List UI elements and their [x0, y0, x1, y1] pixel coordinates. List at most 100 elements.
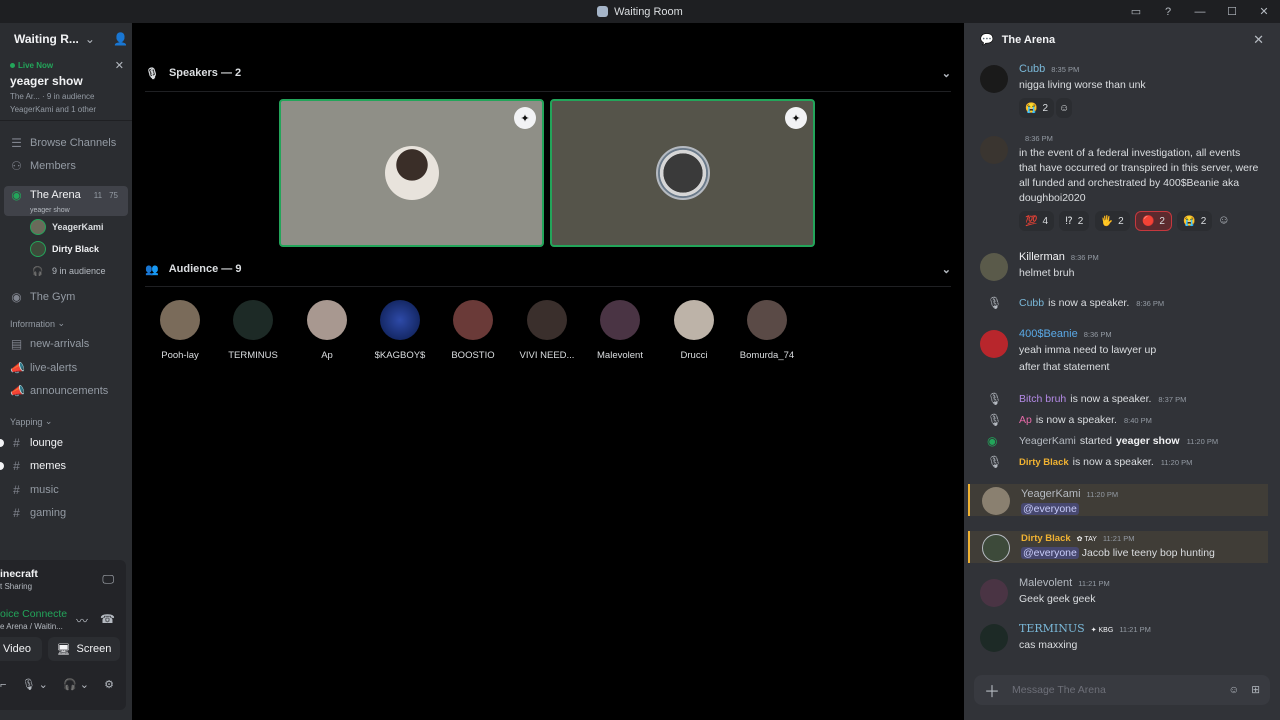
chevron-down-icon[interactable]: ⌄ [942, 263, 951, 276]
avatar[interactable] [980, 330, 1008, 358]
channel-gaming[interactable]: # gaming [0, 502, 132, 526]
inbox-icon[interactable]: ▭ [1120, 5, 1152, 18]
audience-header[interactable]: 👥 Audience — 9 ⌄ [133, 251, 963, 287]
close-icon[interactable]: ✕ [115, 59, 124, 72]
author-name[interactable]: TERMINUS [1019, 622, 1085, 635]
avatar[interactable] [980, 65, 1008, 93]
channel-new-arrivals[interactable]: ▤ new-arrivals [0, 333, 132, 357]
author-name[interactable]: Dirty Black [1021, 533, 1071, 544]
avatar[interactable] [982, 534, 1010, 562]
avatar[interactable] [980, 253, 1008, 281]
minimize-button[interactable]: — [1184, 6, 1216, 18]
mention[interactable]: @everyone [1021, 547, 1079, 559]
chat-message[interactable]: 8:36 PM in the event of a federal invest… [964, 134, 1280, 231]
audience-member[interactable]: VIVI NEED... [512, 300, 582, 361]
disconnect-icon[interactable]: ☎ [100, 612, 115, 626]
user-name[interactable]: YeagerKami [1019, 435, 1076, 447]
channel-memes[interactable]: # memes [0, 455, 132, 479]
user-name[interactable]: Bitch bruh [1019, 393, 1066, 405]
audience-member[interactable]: Malevolent [585, 300, 655, 361]
category-yapping[interactable]: Yapping ⌄ [0, 403, 132, 431]
stage-member[interactable]: Dirty Black [0, 238, 132, 260]
chat-message-mention[interactable]: Dirty Black ✿ TAY 11:21 PM @everyone Jacob… [968, 531, 1268, 563]
app-icon [597, 6, 609, 17]
chevron-down-icon[interactable]: ⌄ [942, 67, 951, 80]
plus-icon[interactable]: ＋ [984, 678, 1000, 702]
help-icon[interactable]: ? [1152, 6, 1184, 18]
add-member-icon[interactable]: 👤 [113, 32, 128, 46]
stage-channel-the-gym[interactable]: ◉ The Gym [0, 285, 132, 309]
speaker-icon: 🎙 [987, 413, 1003, 427]
avatar[interactable] [982, 487, 1010, 515]
reaction[interactable]: 😭 2 [1177, 211, 1213, 231]
members[interactable]: ⚇ Members [0, 155, 132, 179]
channel-music[interactable]: # music [0, 478, 132, 502]
channel-lounge[interactable]: # lounge [0, 431, 132, 455]
stage-channel-the-arena[interactable]: ◉ The Arena 11 75 yeager show [4, 186, 128, 216]
mention[interactable]: @everyone [1021, 503, 1079, 515]
speaker-tile[interactable]: ✦ [550, 99, 815, 247]
reaction[interactable]: 😭 2 [1019, 98, 1055, 118]
author-name[interactable]: Killerman [1019, 251, 1065, 263]
audience-member[interactable]: $KAGBOY$ [365, 300, 435, 361]
microphone-icon[interactable]: 🎙 ⌄ [22, 678, 48, 691]
server-name[interactable]: Waiting R... [14, 32, 79, 46]
chevron-down-icon[interactable]: ⌄ [85, 32, 95, 46]
reaction[interactable]: 💯 4 [1019, 211, 1055, 231]
user-name[interactable]: Ap [1019, 414, 1032, 426]
chat-message[interactable]: Cubb 8:35 PM nigga living worse than unk … [964, 63, 1280, 118]
reaction[interactable]: ⁉ 2 [1059, 211, 1090, 231]
chat-message[interactable]: 400$Beanie 8:36 PM yeah imma need to lawy… [964, 328, 1280, 375]
browse-channels[interactable]: ☰ Browse Channels [0, 131, 132, 155]
speaker-tile[interactable]: ✦ [279, 99, 544, 247]
channel-live-alerts[interactable]: 📣 live-alerts [0, 356, 132, 380]
apps-icon[interactable]: ⊞ [1251, 684, 1260, 696]
message-input[interactable]: ＋ Message The Arena ☺ ⊞ [974, 675, 1270, 705]
audience-member[interactable]: Drucci [659, 300, 729, 361]
author-name[interactable]: Cubb [1019, 63, 1045, 75]
avatar[interactable] [980, 579, 1008, 607]
author-name[interactable]: YeagerKami [1021, 488, 1081, 500]
members-icon: ⚇ [11, 159, 22, 174]
audience-member[interactable]: Pooh-lay [145, 300, 215, 361]
chat-message[interactable]: Malevolent 11:21 PM Geek geek geek [964, 577, 1280, 607]
avatar[interactable]: ⌐ [0, 679, 6, 691]
stage-member[interactable]: YeagerKami [0, 216, 132, 238]
noise-suppression-icon[interactable]: 〰 [76, 612, 88, 629]
gear-icon[interactable]: ⚙ [104, 678, 114, 691]
audience-member[interactable]: Ap [292, 300, 362, 361]
screen-button[interactable]: 🖥 Screen [48, 637, 120, 661]
channel-announcements[interactable]: 📣 announcements [0, 380, 132, 404]
stage-audience-count[interactable]: 🎧 9 in audience [0, 260, 132, 282]
live-now-panel[interactable]: Live Now yeager show The Ar... · 9 in au… [0, 55, 132, 121]
close-icon[interactable]: ✕ [1253, 32, 1264, 48]
avatar [160, 300, 200, 340]
add-reaction-icon[interactable]: ☺ [1056, 98, 1073, 118]
chat-message[interactable]: TERMINUS ✦ KBG 11:21 PM cas maxxing [964, 622, 1280, 653]
author-name[interactable]: Malevolent [1019, 577, 1072, 589]
screen-share-icon[interactable]: 🖵 [102, 572, 114, 587]
maximize-button[interactable]: ☐ [1216, 5, 1248, 18]
audience-member[interactable]: BOOSTIO [438, 300, 508, 361]
close-window-button[interactable]: ✕ [1248, 5, 1280, 18]
audience-member[interactable]: Bomurda_74 [732, 300, 802, 361]
add-reaction-icon[interactable]: ☺ [1218, 213, 1230, 227]
category-information[interactable]: Information ⌄ [0, 309, 132, 333]
title-bar: Waiting Room ▭ ? — ☐ ✕ [0, 0, 1280, 23]
avatar[interactable] [980, 624, 1008, 652]
server-header[interactable]: Waiting R... ⌄ 👤 [0, 23, 132, 55]
message-input-placeholder[interactable]: Message The Arena [1012, 684, 1106, 696]
chat-message[interactable]: Killerman 8:36 PM helmet bruh [964, 251, 1280, 281]
headphones-icon[interactable]: 🎧 ⌄ [63, 678, 89, 691]
video-button[interactable]: Video [0, 637, 42, 661]
user-name[interactable]: Dirty Black [1019, 457, 1069, 468]
chat-message-mention[interactable]: YeagerKami 11:20 PM @everyone [968, 484, 1268, 516]
reaction[interactable]: 🔴 2 [1134, 211, 1172, 231]
user-name[interactable]: Cubb [1019, 297, 1044, 309]
audience-member[interactable]: TERMINUS [218, 300, 288, 361]
avatar[interactable] [980, 136, 1008, 164]
emoji-icon[interactable]: ☺ [1228, 684, 1239, 696]
author-name[interactable]: 400$Beanie [1019, 328, 1078, 340]
speakers-header[interactable]: 🎙 Speakers — 2 ⌄ [133, 55, 963, 91]
reaction[interactable]: 🖐 2 [1094, 211, 1130, 231]
